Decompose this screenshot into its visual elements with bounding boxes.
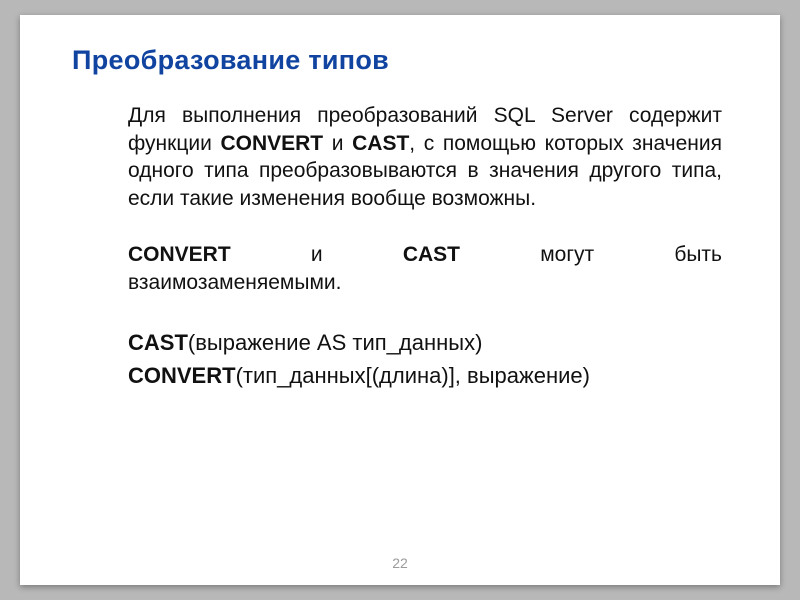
keyword-cast: CAST <box>352 132 409 155</box>
keyword-convert: CONVERT <box>220 132 323 155</box>
syntax-cast: CAST(выражение AS тип_данных) <box>128 328 722 357</box>
text: быть <box>674 241 722 269</box>
keyword-cast: CAST <box>403 241 460 269</box>
line: CONVERT и CAST могут быть <box>128 241 722 269</box>
keyword-convert: CONVERT <box>128 241 231 269</box>
slide-body: Для выполнения преобразований SQL Server… <box>128 102 722 390</box>
text: и <box>323 132 352 155</box>
syntax-convert: CONVERT(тип_данных[(длина)], выражение) <box>128 361 722 390</box>
page-number: 22 <box>20 555 780 571</box>
stage: Преобразование типов Для выполнения прео… <box>0 0 800 600</box>
text: могут <box>540 241 594 269</box>
keyword-cast: CAST <box>128 330 188 355</box>
page-title: Преобразование типов <box>72 45 728 76</box>
text: (выражение AS тип_данных) <box>188 330 483 355</box>
text: и <box>311 241 323 269</box>
paragraph-interchangeable: CONVERT и CAST могут быть взаимозаменяем… <box>128 241 722 296</box>
keyword-convert: CONVERT <box>128 363 236 388</box>
paragraph-intro: Для выполнения преобразований SQL Server… <box>128 102 722 213</box>
text: (тип_данных[(длина)], выражение) <box>236 363 590 388</box>
line: взаимозаменяемыми. <box>128 269 722 297</box>
slide: Преобразование типов Для выполнения прео… <box>20 15 780 585</box>
